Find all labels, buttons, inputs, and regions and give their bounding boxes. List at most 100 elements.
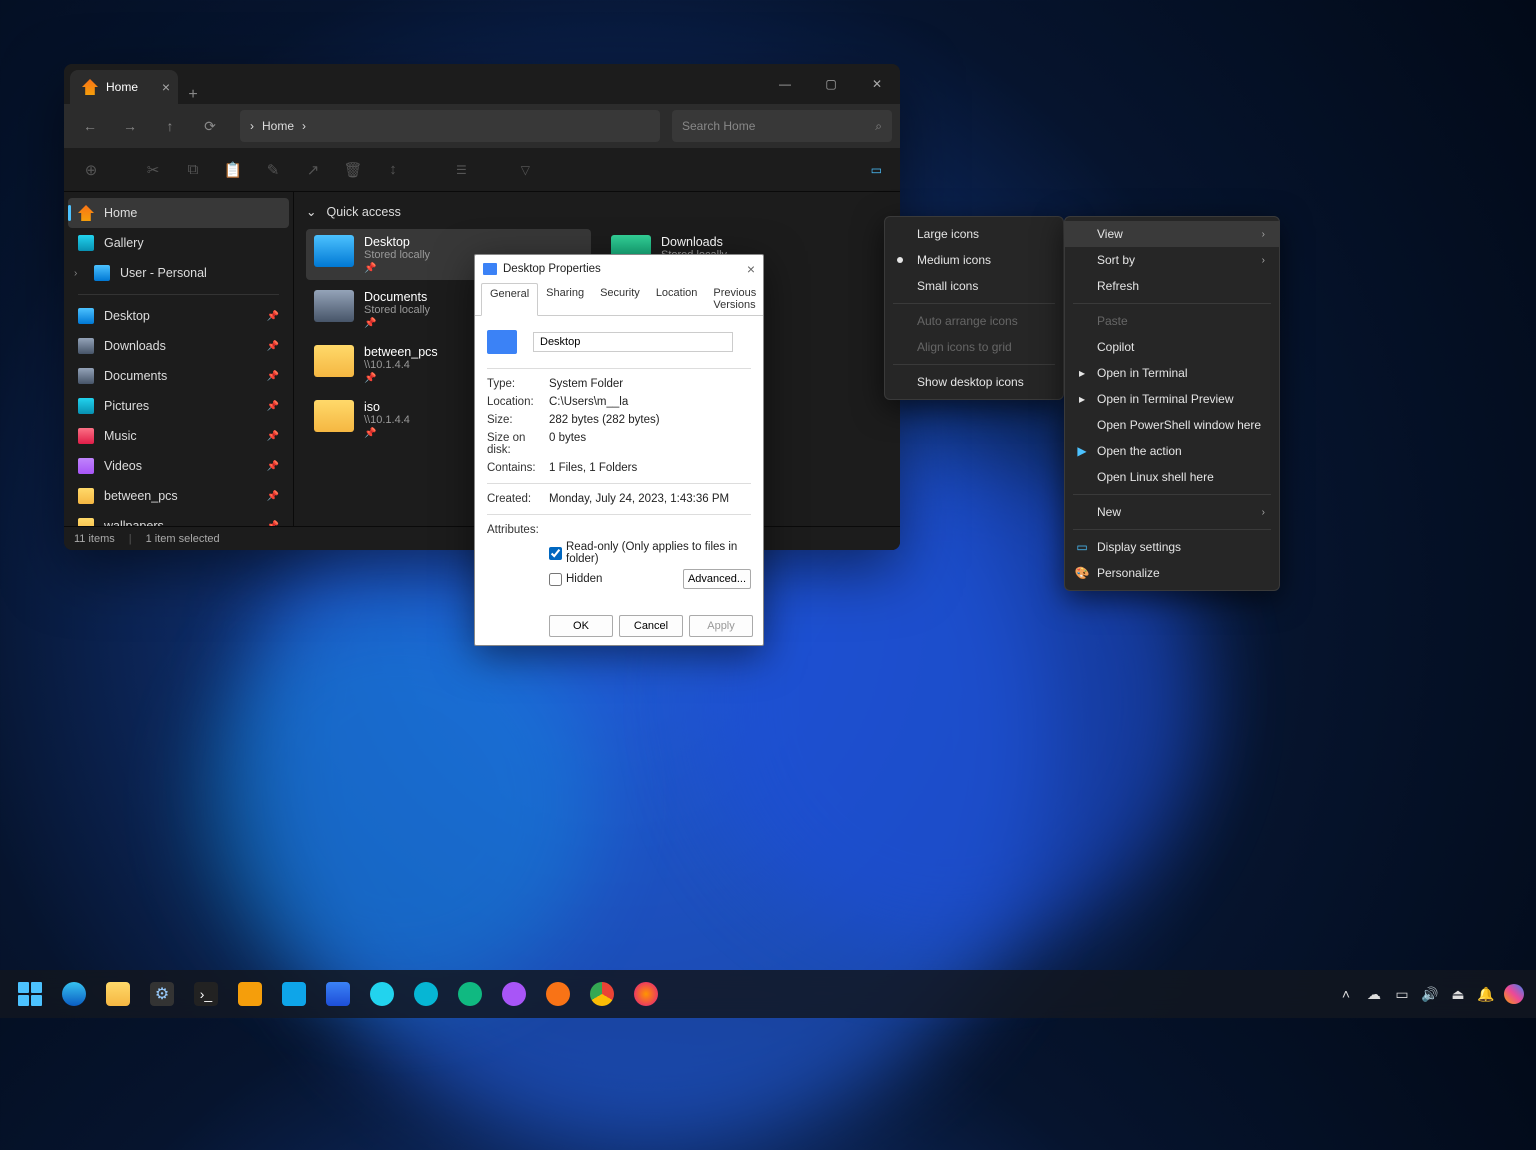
sidebar-item-gallery[interactable]: Gallery	[68, 228, 289, 258]
new-item-button[interactable]: ⊕	[72, 152, 110, 188]
taskbar-app[interactable]	[230, 974, 270, 1014]
taskbar-edge[interactable]	[54, 974, 94, 1014]
sort-button[interactable]: ↕	[374, 152, 412, 188]
pin-icon: 📌	[267, 461, 279, 472]
sidebar-item-home[interactable]: Home	[68, 198, 289, 228]
search-input[interactable]: Search Home ⌕	[672, 110, 892, 142]
menu-paste[interactable]: Paste	[1065, 308, 1279, 334]
sidebar-item-documents[interactable]: Documents📌	[68, 361, 289, 391]
details-button[interactable]: ▭	[861, 152, 892, 188]
section-quick-access[interactable]: ⌄ Quick access	[306, 200, 888, 229]
menu-align-to-grid[interactable]: Align icons to grid	[885, 334, 1063, 360]
menu-view[interactable]: View›	[1065, 221, 1279, 247]
start-button[interactable]	[10, 974, 50, 1014]
sidebar-item-videos[interactable]: Videos 📌	[68, 451, 289, 481]
taskbar-chrome[interactable]	[582, 974, 622, 1014]
menu-display-settings[interactable]: ▭Display settings	[1065, 534, 1279, 560]
sidebar-item-desktop[interactable]: Desktop📌	[68, 301, 289, 331]
menu-open-action[interactable]: ▶Open the action	[1065, 438, 1279, 464]
menu-show-desktop-icons[interactable]: Show desktop icons	[885, 369, 1063, 395]
tray-display-icon[interactable]: ▭	[1390, 978, 1414, 1010]
minimize-button[interactable]: —	[762, 64, 808, 104]
cancel-button[interactable]: Cancel	[619, 615, 683, 637]
menu-open-terminal[interactable]: ▸Open in Terminal	[1065, 360, 1279, 386]
back-button[interactable]: ←	[72, 110, 108, 142]
taskbar-store[interactable]	[318, 974, 358, 1014]
sidebar-item-music[interactable]: Music📌	[68, 421, 289, 451]
sidebar-item-wallpapers[interactable]: wallpapers📌	[68, 511, 289, 526]
new-tab-button[interactable]: +	[178, 86, 208, 104]
tab-location[interactable]: Location	[648, 283, 706, 315]
maximize-button[interactable]: ▢	[808, 64, 854, 104]
tab-previous-versions[interactable]: Previous Versions	[705, 283, 764, 315]
taskbar-app[interactable]	[274, 974, 314, 1014]
taskbar-app[interactable]	[362, 974, 402, 1014]
tray-volume-icon[interactable]: 🔊	[1418, 978, 1442, 1010]
tab-general[interactable]: General	[481, 283, 538, 316]
filter-button[interactable]: ▽	[511, 152, 540, 188]
taskbar-app[interactable]	[538, 974, 578, 1014]
taskbar-explorer[interactable]	[98, 974, 138, 1014]
sidebar-item-label: Videos	[104, 459, 142, 473]
menu-auto-arrange[interactable]: Auto arrange icons	[885, 308, 1063, 334]
menu-open-powershell[interactable]: Open PowerShell window here	[1065, 412, 1279, 438]
taskbar-app[interactable]	[406, 974, 446, 1014]
menu-copilot[interactable]: Copilot	[1065, 334, 1279, 360]
folder-icon	[314, 345, 354, 377]
menu-small-icons[interactable]: Small icons	[885, 273, 1063, 299]
tray-copilot-icon[interactable]	[1502, 978, 1526, 1010]
folder-name-input[interactable]	[533, 332, 733, 352]
size-on-disk-label: Size on disk:	[487, 432, 549, 456]
menu-refresh[interactable]: Refresh	[1065, 273, 1279, 299]
share-button[interactable]: ↗	[294, 152, 332, 188]
tab-security[interactable]: Security	[592, 283, 648, 315]
folder-icon	[78, 458, 94, 474]
taskbar-app[interactable]	[450, 974, 490, 1014]
close-icon[interactable]: ×	[747, 261, 755, 277]
tray-usb-icon[interactable]: ⏏	[1446, 978, 1470, 1010]
close-window-button[interactable]: ✕	[854, 64, 900, 104]
cut-button[interactable]: ✂	[134, 152, 172, 188]
folder-icon	[314, 235, 354, 267]
pin-icon: 📌	[364, 263, 430, 274]
size-value: 282 bytes (282 bytes)	[549, 414, 751, 426]
menu-sort-by[interactable]: Sort by›	[1065, 247, 1279, 273]
menu-open-linux-shell[interactable]: Open Linux shell here	[1065, 464, 1279, 490]
play-icon: ▶	[1075, 444, 1089, 458]
readonly-checkbox[interactable]	[549, 547, 562, 560]
menu-new[interactable]: New›	[1065, 499, 1279, 525]
menu-open-terminal-preview[interactable]: ▸Open in Terminal Preview	[1065, 386, 1279, 412]
explorer-tab[interactable]: Home ×	[70, 70, 178, 104]
delete-button[interactable]: 🗑	[334, 152, 372, 188]
tray-chevron-up-icon[interactable]: ˄	[1334, 978, 1358, 1010]
sidebar-item-user[interactable]: › User - Personal	[68, 258, 289, 288]
apply-button[interactable]: Apply	[689, 615, 753, 637]
paste-button[interactable]: 📋	[214, 152, 252, 188]
sidebar-item-downloads[interactable]: Downloads📌	[68, 331, 289, 361]
up-button[interactable]: ↑	[152, 110, 188, 142]
taskbar-app[interactable]	[494, 974, 534, 1014]
refresh-button[interactable]: ⟳	[192, 110, 228, 142]
tab-sharing[interactable]: Sharing	[538, 283, 592, 315]
copy-button[interactable]: ⧉	[174, 152, 212, 188]
rename-button[interactable]: ✎	[254, 152, 292, 188]
ok-button[interactable]: OK	[549, 615, 613, 637]
view-button[interactable]: ☰	[446, 152, 477, 188]
advanced-button[interactable]: Advanced...	[683, 569, 751, 589]
address-bar[interactable]: › Home ›	[240, 110, 660, 142]
taskbar-settings[interactable]: ⚙	[142, 974, 182, 1014]
sidebar-item-pictures[interactable]: Pictures📌	[68, 391, 289, 421]
created-label: Created:	[487, 493, 549, 505]
taskbar-terminal[interactable]: ›_	[186, 974, 226, 1014]
menu-medium-icons[interactable]: Medium icons	[885, 247, 1063, 273]
attributes-label: Attributes:	[487, 524, 549, 536]
close-tab-icon[interactable]: ×	[162, 79, 170, 95]
hidden-checkbox[interactable]	[549, 573, 562, 586]
sidebar-item-between_pcs[interactable]: between_pcs📌	[68, 481, 289, 511]
menu-personalize[interactable]: 🎨Personalize	[1065, 560, 1279, 586]
taskbar-firefox[interactable]	[626, 974, 666, 1014]
tray-onedrive-icon[interactable]: ☁	[1362, 978, 1386, 1010]
forward-button[interactable]: →	[112, 110, 148, 142]
menu-large-icons[interactable]: Large icons	[885, 221, 1063, 247]
tray-notification-icon[interactable]: 🔔	[1474, 978, 1498, 1010]
